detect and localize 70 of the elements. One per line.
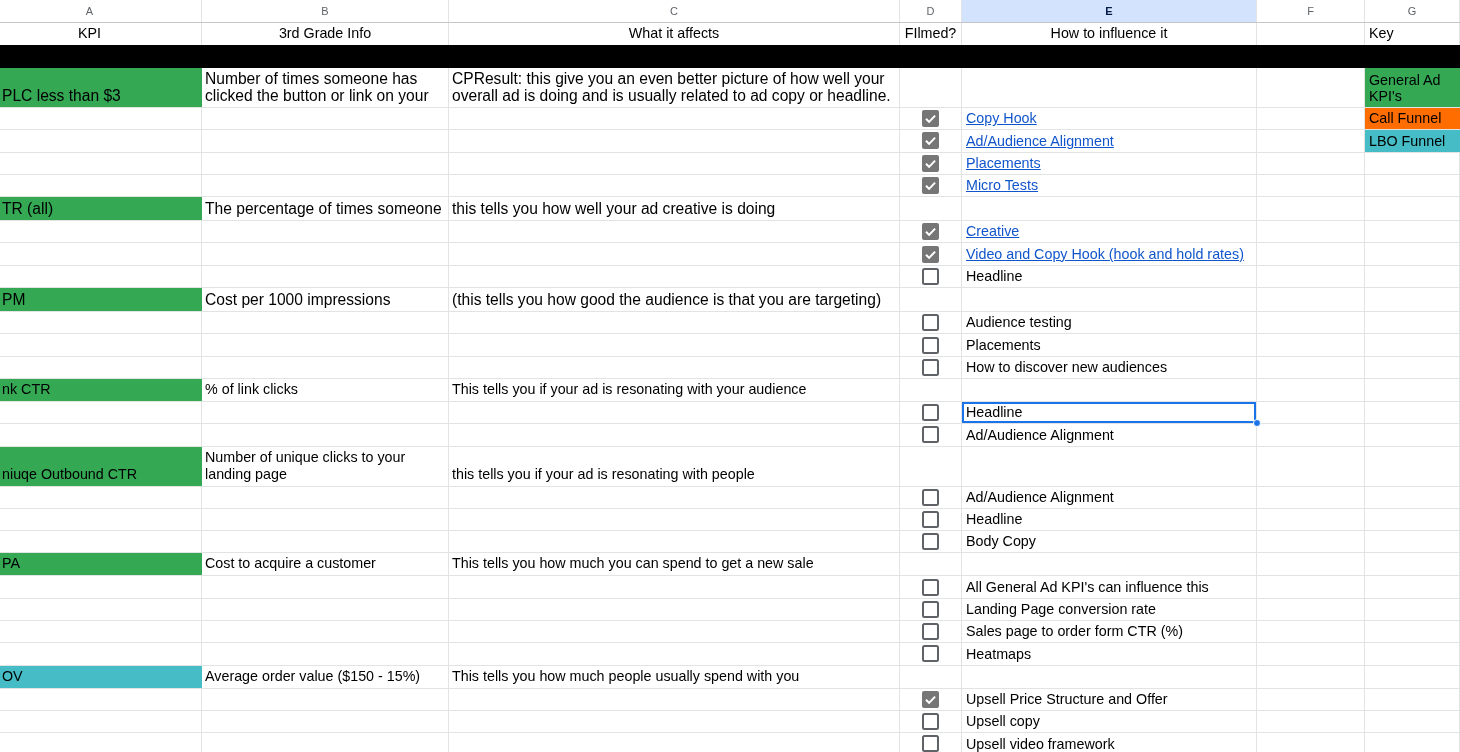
link[interactable]: Micro Tests [966, 177, 1039, 195]
link[interactable]: Video and Copy Hook (hook and hold rates) [966, 245, 1244, 263]
checkbox[interactable] [922, 511, 939, 528]
column-header[interactable]: E [962, 0, 1257, 22]
table-cell: This tells you if your ad is resonating with your audience [449, 378, 900, 401]
table-cell: Cost per 1000 impressions [202, 288, 449, 312]
table-cell: This tells you how much people usually spend with you [449, 665, 900, 688]
checkbox[interactable] [922, 404, 939, 422]
table-cell: Headline [962, 401, 1257, 424]
kpi-cell: PA [0, 553, 202, 576]
checkbox[interactable] [922, 154, 939, 172]
checkbox[interactable] [922, 358, 939, 376]
checkbox[interactable] [922, 623, 939, 641]
table-cell: Landing Page conversion rate [962, 598, 1257, 621]
checkbox[interactable] [922, 426, 939, 444]
legend-item: General Ad KPI's [1365, 68, 1460, 107]
checkbox[interactable] [922, 267, 939, 285]
table-cell: Sales page to order form CTR (%) [962, 621, 1257, 643]
checkbox[interactable] [922, 132, 939, 150]
legend-item: LBO Funnel [1365, 130, 1460, 152]
fill-handle[interactable] [1253, 419, 1261, 428]
table-cell: this tells you how well your ad creative is doing [449, 197, 900, 221]
table-cell: The percentage of times someone [202, 197, 449, 221]
table-cell: Heatmaps [962, 643, 1257, 665]
table-cell: Headline [962, 265, 1257, 288]
link[interactable]: Copy Hook [966, 110, 1037, 128]
table-cell: Ad/Audience Alignment [962, 424, 1257, 446]
legend-item: Call Funnel [1365, 108, 1460, 130]
table-cell: Audience testing [962, 312, 1257, 334]
checkbox[interactable] [922, 578, 939, 596]
table-cell: this tells you if your ad is resonating with people [449, 446, 900, 486]
table-cell: Placements [962, 334, 1257, 356]
checkbox[interactable] [922, 336, 939, 354]
checkbox[interactable] [922, 314, 939, 332]
table-cell: This tells you how much you can spend to get a new sale [449, 553, 900, 576]
table-cell: % of link clicks [202, 378, 449, 401]
checkbox[interactable] [922, 645, 939, 663]
table-cell: Upsell video framework [962, 733, 1257, 752]
kpi-cell: PLC less than $3 [0, 68, 202, 107]
kpi-cell: TR (all) [0, 197, 202, 221]
table-cell: Average order value ($150 - 15%) [202, 665, 449, 688]
table-cell: How to discover new audiences [962, 356, 1257, 378]
checkbox[interactable] [922, 110, 939, 128]
link[interactable]: Placements [966, 154, 1041, 172]
checkbox[interactable] [922, 245, 939, 263]
link[interactable]: Creative [966, 223, 1020, 241]
kpi-cell: nk CTR [0, 378, 202, 401]
table-cell: All General Ad KPI's can influence this [962, 576, 1257, 598]
checkbox[interactable] [922, 223, 939, 241]
checkbox[interactable] [922, 690, 939, 708]
checkbox[interactable] [922, 600, 939, 618]
kpi-cell: OV [0, 665, 202, 688]
table-cell: Ad/Audience Alignment [962, 486, 1257, 508]
checkbox[interactable] [922, 713, 939, 731]
table-cell: Number of unique clicks to your landing page [202, 446, 449, 486]
table-cell: Body Copy [962, 531, 1257, 553]
checkbox[interactable] [922, 177, 939, 195]
table-cell: CPResult: this give you an even better picture of how well your overall ad is doing and is usually related to ad copy or headline. [449, 68, 900, 107]
table-cell: (this tells you how good the audience is that you are targeting) [449, 288, 900, 312]
table-cell: Number of times someone has clicked the button or link on your [202, 68, 449, 107]
checkbox[interactable] [922, 735, 939, 752]
table-cell: Headline [962, 508, 1257, 531]
link[interactable]: Ad/Audience Alignment [966, 132, 1114, 150]
checkbox[interactable] [922, 533, 939, 551]
table-cell: Cost to acquire a customer [202, 553, 449, 576]
table-cell: Upsell Price Structure and Offer [962, 688, 1257, 710]
kpi-cell: PM [0, 288, 202, 312]
checkbox[interactable] [922, 488, 939, 506]
table-cell: Upsell copy [962, 710, 1257, 733]
kpi-cell: niuqe Outbound CTR [0, 446, 202, 486]
